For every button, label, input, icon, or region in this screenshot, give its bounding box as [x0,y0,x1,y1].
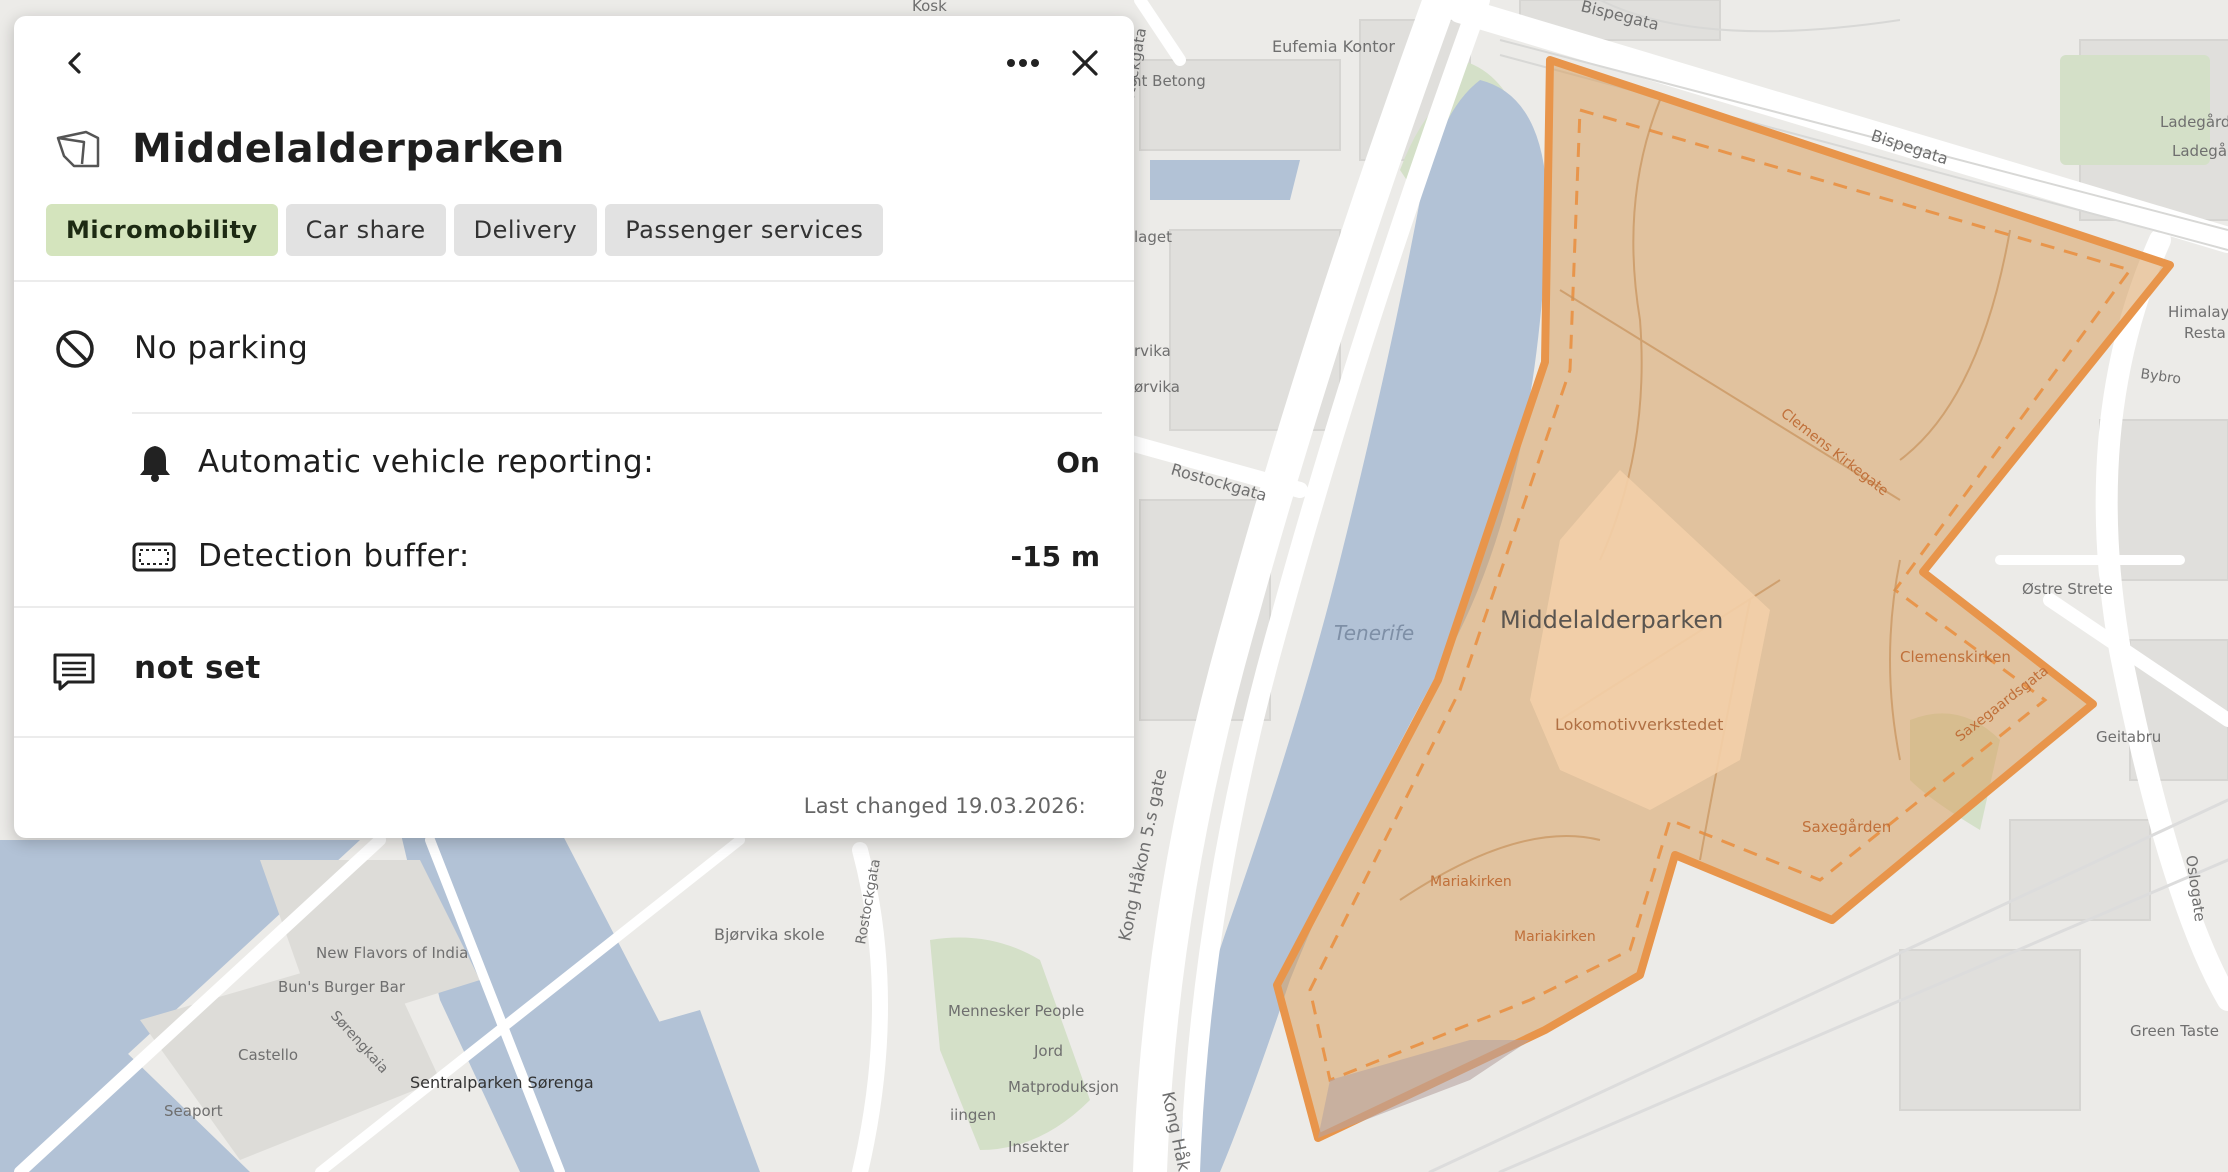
svg-text:Green Taste: Green Taste [2130,1022,2219,1040]
svg-text:Seaport: Seaport [164,1102,223,1120]
svg-text:Castello: Castello [238,1046,298,1064]
close-button[interactable] [1058,36,1112,90]
svg-text:Ladegård: Ladegård [2160,113,2228,131]
setting-label-vehicle-reporting: Automatic vehicle reporting: [198,444,655,480]
tab-delivery[interactable]: Delivery [453,204,598,256]
svg-text:Mariakirken: Mariakirken [1430,874,1512,890]
setting-value-detection-buffer: -15 m [1010,540,1100,573]
bell-icon [140,446,170,482]
svg-text:Eufemia Kontor: Eufemia Kontor [1272,37,1395,56]
svg-text:Resta: Resta [2184,324,2226,342]
svg-text:New Flavors of India: New Flavors of India [316,944,468,962]
svg-text:laget: laget [1134,228,1172,246]
svg-text:Bjørvika skole: Bjørvika skole [714,925,825,944]
svg-text:ørvika: ørvika [1134,378,1180,396]
svg-text:Ladegå: Ladegå [2172,142,2227,160]
zone-title: Middelalderparken [132,126,565,172]
setting-label-detection-buffer: Detection buffer: [198,538,470,574]
message-icon [53,653,95,691]
close-icon [1072,50,1098,76]
back-button[interactable] [48,36,102,90]
svg-text:Clemenskirken: Clemenskirken [1900,648,2011,666]
last-changed-text: Last changed 19.03.2026: [803,794,1086,818]
svg-text:Matproduksjon: Matproduksjon [1008,1078,1119,1096]
svg-text:rvika: rvika [1134,342,1171,360]
zone-details-panel: Middelalderparken Micromobility Car shar… [14,16,1134,838]
divider [14,280,1134,282]
tab-passenger-services[interactable]: Passenger services [605,204,884,256]
category-tabs: Micromobility Car share Delivery Passeng… [46,204,884,256]
more-icon [1007,59,1039,67]
svg-text:Geitabru: Geitabru [2096,728,2161,746]
svg-text:Himalaya: Himalaya [2168,303,2228,321]
svg-text:nt Betong: nt Betong [1132,72,1206,90]
tab-micromobility[interactable]: Micromobility [46,204,278,256]
chevron-left-icon [68,52,81,74]
svg-text:Sentralparken Sørenga: Sentralparken Sørenga [410,1073,594,1092]
buffer-icon [132,542,176,572]
svg-text:Østre Strete: Østre Strete [2022,580,2113,598]
divider [14,606,1134,608]
more-options-button[interactable] [996,36,1050,90]
svg-text:Middelalderparken: Middelalderparken [1500,606,1723,634]
tab-car-share[interactable]: Car share [285,204,446,256]
svg-text:iingen: iingen [950,1106,996,1124]
svg-text:Lokomotivverkstedet: Lokomotivverkstedet [1555,715,1723,734]
svg-text:Mariakirken: Mariakirken [1514,929,1596,945]
note-value: not set [134,650,261,686]
setting-value-vehicle-reporting: On [1056,446,1100,479]
svg-text:Mennesker People: Mennesker People [948,1002,1084,1020]
svg-text:Jord: Jord [1033,1042,1063,1060]
divider [14,736,1134,738]
rule-label: No parking [134,330,309,366]
svg-text:Insekter: Insekter [1008,1138,1070,1156]
divider [132,412,1102,414]
title-row: Middelalderparken [54,126,565,172]
svg-text:Tenerife: Tenerife [1334,621,1414,645]
no-parking-icon [56,330,94,368]
svg-text:Saxegården: Saxegården [1802,818,1891,836]
svg-text:Kosk: Kosk [912,0,947,15]
zone-polygon-icon [56,130,100,168]
svg-text:Bun's Burger Bar: Bun's Burger Bar [278,978,406,996]
